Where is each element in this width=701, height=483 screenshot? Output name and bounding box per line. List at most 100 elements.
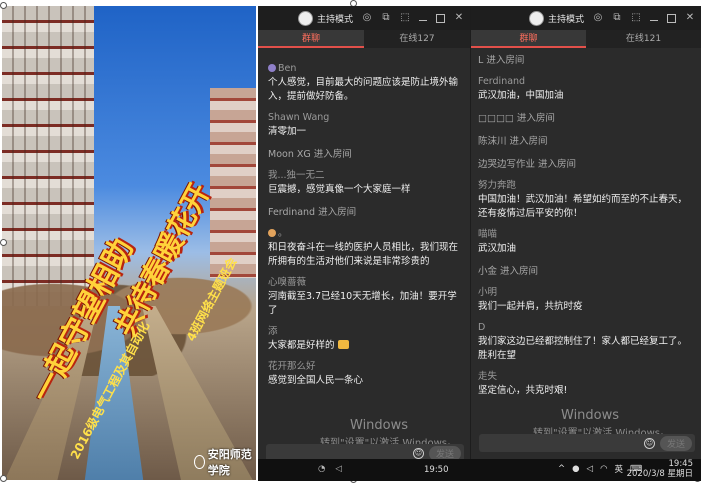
chat-tabs: 群聊 在线121	[471, 30, 701, 48]
list-item: 花开那么好 感觉到全国人民一条心	[268, 360, 462, 388]
message-text: 中国加油！武汉加油！希望如约而至的不止春天，还有疫情过后平安的你！	[478, 194, 688, 219]
tab-online[interactable]: 在线127	[364, 30, 470, 48]
tab-group-chat[interactable]: 群聊	[471, 30, 586, 48]
activation-watermark-title: Windows	[350, 418, 409, 433]
poster-image: 一起守望相助 共待春暖花开 2016级电气工程及其自动化 4班网络主题班会 安阳…	[2, 6, 256, 480]
message-user: Ferdinand	[478, 76, 526, 87]
close-icon[interactable]: ✕	[454, 13, 464, 23]
list-item: 我...独一无二 巨震撼，感觉真像一个大家庭一样	[268, 169, 462, 197]
app-tray-icon[interactable]: ●	[572, 464, 579, 474]
chevron-up-icon[interactable]: ^	[558, 464, 565, 474]
message-user: 喵喵	[478, 229, 498, 240]
user-badge-icon	[268, 229, 276, 237]
message-text: 大家都是好样的	[268, 339, 462, 353]
chat-window-2: 主持模式 ◎ ⧉ ⬚ ✕ 群聊 在线121 L 进入房间 Ferdinand 武…	[470, 6, 701, 480]
resize-handle-bl[interactable]	[0, 475, 7, 482]
clock-date: 2020/3/8 星期日	[626, 469, 693, 479]
titlebar: 主持模式 ◎ ⧉ ⬚ ✕	[471, 6, 701, 30]
send-button[interactable]: 发送	[659, 435, 692, 451]
chat-tabs: 群聊 在线127	[258, 30, 470, 48]
message-text: 武汉加油，中国加油	[478, 90, 564, 101]
message-user: 。	[268, 227, 462, 241]
message-composer: ☺ 发送	[479, 434, 695, 452]
system-notice: □□□□ 进入房间	[478, 113, 555, 124]
message-text: 感觉到全国人民一条心	[268, 375, 364, 386]
message-text: 个人感觉，目前最大的问题应该是防止境外输入，提前做好防备。	[268, 77, 459, 102]
settings-icon[interactable]: ◎	[593, 13, 603, 23]
system-notice: 小金 进入房间	[478, 266, 539, 277]
minimize-icon[interactable]	[650, 15, 658, 21]
speaker-icon[interactable]: ◁	[587, 464, 594, 474]
message-text: 清零加一	[268, 126, 307, 137]
list-item: 走失 坚定信心，共克时艰!	[478, 370, 693, 398]
message-text: 我们一起并肩，共抗时疫	[478, 301, 583, 312]
tab-group-chat[interactable]: 群聊	[258, 30, 364, 48]
titlebar: 主持模式 ◎ ⧉ ⬚ ✕	[258, 6, 470, 30]
emoji-icon[interactable]: ☺	[643, 437, 655, 449]
list-item: 。 和日夜奋斗在一线的医护人员相比，我们现在所拥有的生活对他们来说是非常珍贵的	[268, 227, 462, 269]
message-user: 添	[268, 326, 278, 337]
message-user: 心嗅蔷薇	[268, 277, 307, 288]
chat-window-1: 主持模式 ◎ ⧉ ⬚ ✕ 群聊 在线127 Ben 个人感觉，目前最大的问题应该…	[258, 6, 470, 480]
share-icon[interactable]: ⧉	[381, 13, 391, 23]
message-user: 花开那么好	[268, 361, 316, 372]
system-notice: 边哭边写作业 进入房间	[478, 159, 577, 170]
host-avatar[interactable]	[297, 10, 313, 26]
message-user: Shawn Wang	[268, 112, 330, 123]
message-user: 小明	[478, 287, 498, 298]
taskbar: ◔ ◁ 19:50 ^ ● ◁ ◠ 英 ⌨ 19:45 2020/3/8 星期日	[258, 459, 701, 481]
clock-time: 19:45	[668, 459, 694, 469]
system-notice: Moon XG 进入房间	[268, 149, 352, 160]
message-user: Ben	[268, 62, 462, 76]
popout-icon[interactable]: ⬚	[400, 13, 410, 23]
ime-indicator[interactable]: 英	[615, 463, 624, 475]
emoji-icon[interactable]: ☺	[412, 447, 424, 459]
message-user: 我...独一无二	[268, 170, 325, 181]
message-user: 努力奔跑	[478, 180, 517, 191]
host-mode-label: 主持模式	[316, 14, 353, 25]
tab-online[interactable]: 在线121	[586, 30, 701, 48]
resize-handle-tl[interactable]	[0, 2, 7, 9]
close-icon[interactable]: ✕	[685, 13, 695, 23]
network-icon[interactable]: ◔	[318, 464, 325, 474]
share-icon[interactable]: ⧉	[612, 13, 622, 23]
message-text: 河南截至3.7已经10天无增长，加油！要开学了	[268, 291, 457, 316]
school-logo-icon	[194, 455, 205, 469]
message-user: 走失	[478, 371, 498, 382]
message-user: D	[478, 322, 486, 333]
taskbar-icons: ◔ ◁	[318, 464, 342, 474]
poster-logo: 安阳师范学院	[194, 446, 256, 478]
message-text: 坚定信心，共克时艰!	[478, 385, 568, 396]
list-item: 喵喵 武汉加油	[478, 228, 693, 256]
message-text: 我们家这边已经都控制住了！家人都已经复工了。胜利在望	[478, 336, 688, 361]
system-notice: L 进入房间	[478, 55, 525, 66]
activation-watermark-title: Windows	[561, 408, 620, 423]
wifi-icon[interactable]: ◠	[600, 464, 607, 474]
resize-handle-left[interactable]	[0, 239, 7, 246]
maximize-icon[interactable]	[436, 13, 445, 23]
minimize-icon[interactable]	[419, 15, 427, 21]
message-text: 和日夜奋斗在一线的医护人员相比，我们现在所拥有的生活对他们来说是非常珍贵的	[268, 242, 459, 267]
message-text: 武汉加油	[478, 243, 517, 254]
list-item: 心嗅蔷薇 河南截至3.7已经10天无增长，加油！要开学了	[268, 276, 462, 318]
system-notice: Ferdinand 进入房间	[268, 207, 357, 218]
message-list[interactable]: Ben 个人感觉，目前最大的问题应该是防止境外输入，提前做好防备。 Shawn …	[258, 48, 470, 388]
list-item: D 我们家这边已经都控制住了！家人都已经复工了。胜利在望	[478, 321, 693, 363]
message-text: 巨震撼，感觉真像一个大家庭一样	[268, 184, 411, 195]
system-notice: 陈沫川 进入房间	[478, 136, 548, 147]
host-avatar[interactable]	[528, 10, 544, 26]
taskbar-clock[interactable]: 19:45 2020/3/8 星期日	[627, 459, 693, 479]
message-list[interactable]: L 进入房间 Ferdinand 武汉加油，中国加油 □□□□ 进入房间 陈沫川…	[471, 48, 701, 398]
list-item: Ben 个人感觉，目前最大的问题应该是防止境外输入，提前做好防备。	[268, 62, 462, 104]
maximize-icon[interactable]	[667, 13, 676, 23]
popout-icon[interactable]: ⬚	[631, 13, 641, 23]
speaker-icon[interactable]: ◁	[335, 464, 342, 474]
list-item: Ferdinand 武汉加油，中国加油	[478, 75, 693, 103]
list-item: 小明 我们一起并肩，共抗时疫	[478, 286, 693, 314]
list-item: Shawn Wang 清零加一	[268, 111, 462, 139]
list-item: 努力奔跑 中国加油！武汉加油！希望如约而至的不止春天，还有疫情过后平安的你！	[478, 179, 693, 221]
message-input[interactable]	[482, 436, 639, 450]
poster-logo-text: 安阳师范学院	[207, 448, 252, 477]
settings-icon[interactable]: ◎	[362, 13, 372, 23]
message-input[interactable]	[269, 446, 408, 460]
